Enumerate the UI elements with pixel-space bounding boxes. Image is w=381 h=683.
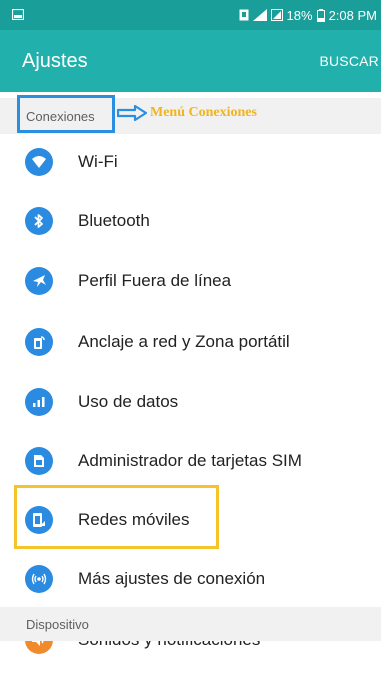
notification-icon [11,8,25,23]
search-button[interactable]: BUSCAR [319,53,379,69]
signal-icon-2 [270,9,283,21]
page-title: Ajustes [22,49,88,72]
list-item-airplane[interactable]: Perfil Fuera de línea [0,253,381,309]
signal-icon [252,9,267,21]
list-item-bluetooth[interactable]: Bluetooth [0,193,381,249]
annotation-arrow-icon [117,105,147,121]
section-label-conexiones: Conexiones [26,108,95,124]
action-bar: Ajustes BUSCAR [0,30,381,92]
bluetooth-icon [25,207,53,235]
clock: 2:08 PM [328,7,377,23]
nfc-icon [239,9,249,21]
battery-percent: 18% [286,7,313,23]
list-item-label: Redes móviles [78,510,190,529]
sim-card-icon [25,447,53,475]
battery-icon [316,8,325,22]
list-item-wifi[interactable]: Wi-Fi [0,134,381,190]
status-bar: 18% 2:08 PM [0,0,381,30]
wifi-icon [25,148,53,176]
list-item-label: Administrador de tarjetas SIM [78,451,302,470]
data-usage-icon [25,388,53,416]
list-item-label: Uso de datos [78,392,179,411]
section-header-dispositivo: Dispositivo [0,607,381,641]
list-item-label: Más ajustes de conexión [78,569,266,588]
list-item-hotspot[interactable]: Anclaje a red y Zona portátil [0,314,381,370]
list-item-label: Bluetooth [78,211,150,230]
section-label-dispositivo: Dispositivo [26,616,89,632]
list-item-label: Perfil Fuera de línea [78,271,232,290]
more-connection-icon [25,565,53,593]
status-right: 18% 2:08 PM [239,8,377,23]
list-item-mobile-networks[interactable]: Redes móviles [0,492,381,548]
list-item-label: Wi-Fi [78,152,118,171]
airplane-icon [25,267,53,295]
annotation-label: Menú Conexiones [150,105,257,120]
list-item-more-connection[interactable]: Más ajustes de conexión [0,551,381,607]
status-left [11,8,25,23]
list-item-label: Anclaje a red y Zona portátil [78,332,290,351]
list-item-data-usage[interactable]: Uso de datos [0,374,381,430]
list-item-sim-manager[interactable]: Administrador de tarjetas SIM [0,433,381,489]
mobile-networks-icon [25,506,53,534]
hotspot-icon [25,328,53,356]
